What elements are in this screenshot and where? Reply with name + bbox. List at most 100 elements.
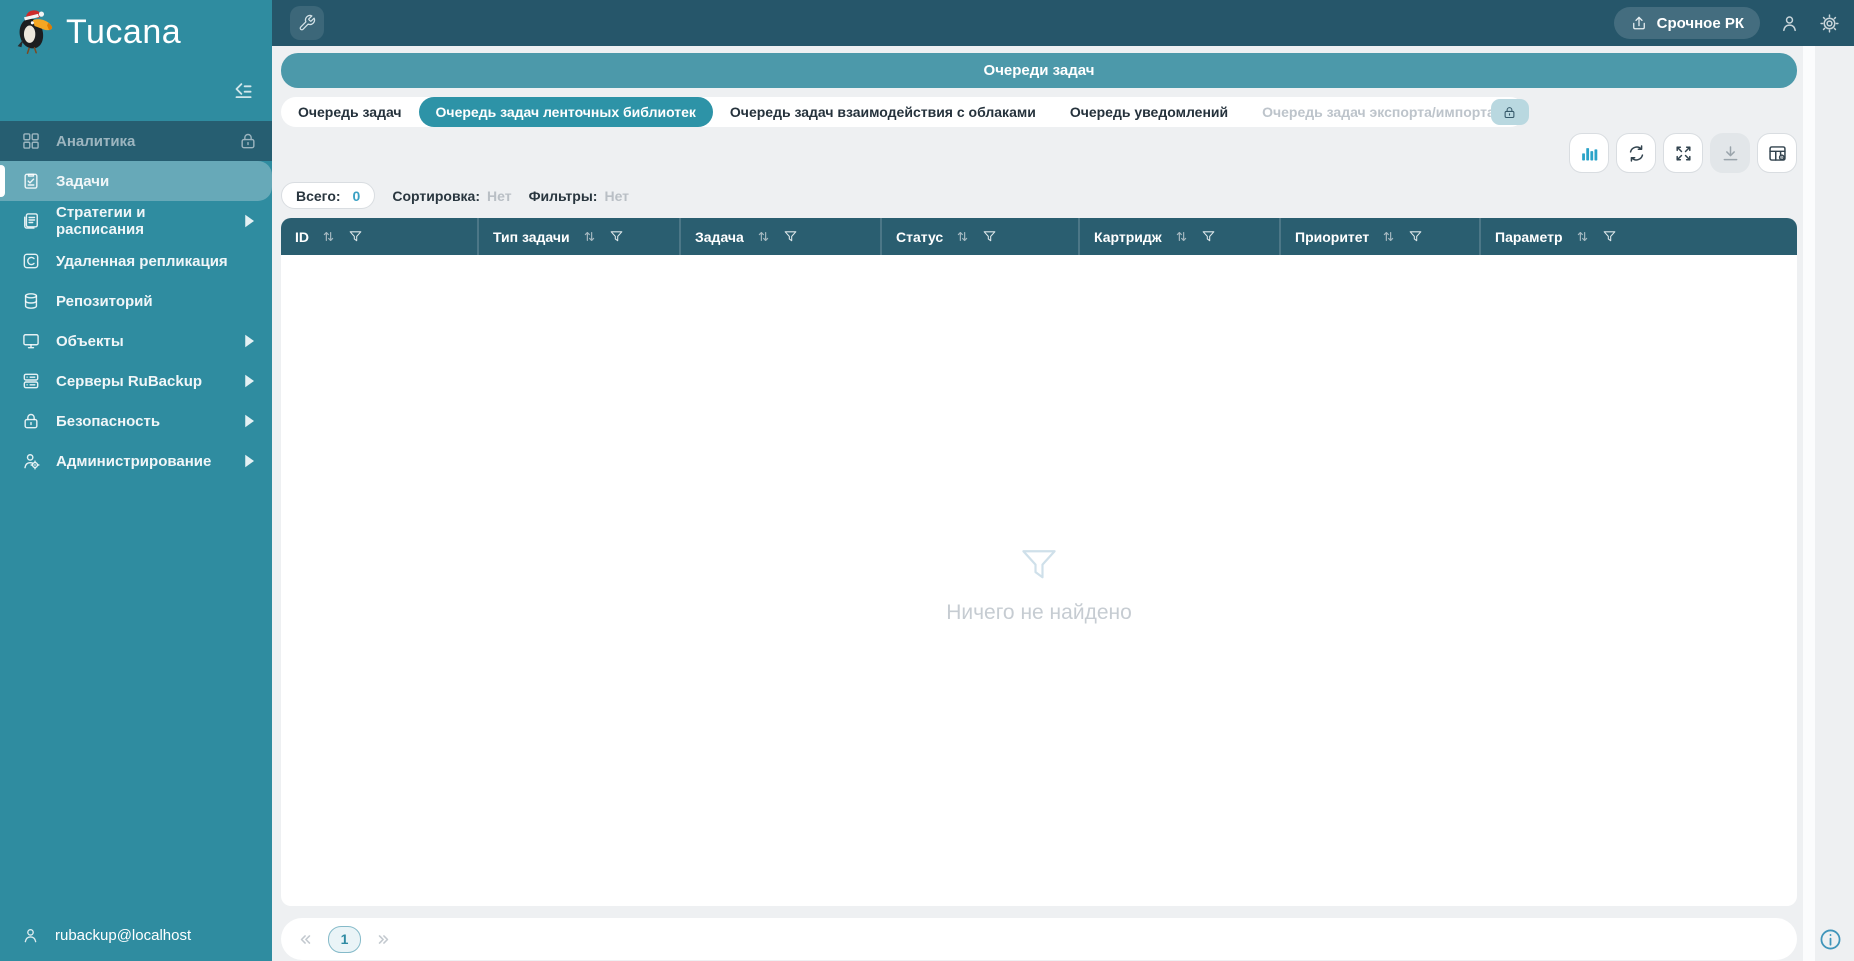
lock-icon <box>238 131 258 151</box>
info-icon[interactable] <box>1818 927 1843 952</box>
main-area: Очереди задач Очередь задач Очередь зада… <box>272 46 1854 961</box>
page-title: Очереди задач <box>983 62 1095 79</box>
bar-chart-icon <box>1579 143 1600 164</box>
total-value: 0 <box>352 187 361 204</box>
sidebar-item-objects[interactable]: Объекты <box>0 321 272 361</box>
empty-state: Ничего не найдено <box>281 543 1797 625</box>
table-settings-icon <box>1767 143 1788 164</box>
scrollbar-track[interactable] <box>1803 46 1815 961</box>
sort-status: Сортировка: Нет <box>392 188 511 204</box>
sort-icon[interactable] <box>954 228 971 245</box>
urgent-backup-button[interactable]: Срочное РК <box>1613 7 1760 39</box>
sidebar-item-label: Администрирование <box>56 452 212 470</box>
total-counter: Всего: 0 <box>281 182 376 209</box>
sort-icon[interactable] <box>755 228 772 245</box>
replication-icon <box>21 251 41 271</box>
lock-icon <box>1502 105 1517 120</box>
sidebar-item-label: Задачи <box>56 172 110 190</box>
fullscreen-button[interactable] <box>1663 133 1703 173</box>
repository-icon <box>21 291 41 311</box>
sidebar-item-label: Безопасность <box>56 412 161 430</box>
sort-icon[interactable] <box>1380 228 1397 245</box>
tab-cloud-queue[interactable]: Очередь задач взаимодействия с облаками <box>713 97 1053 127</box>
table-toolbar <box>281 133 1797 173</box>
column-header-priority: Приоритет <box>1281 218 1481 255</box>
topbar: Срочное РК <box>272 0 1854 46</box>
content-column: Очереди задач Очередь задач Очередь зада… <box>281 46 1797 960</box>
table-stats: Всего: 0 Сортировка: Нет Фильтры: Нет <box>281 182 1797 209</box>
chart-view-button[interactable] <box>1569 133 1609 173</box>
urgent-backup-label: Срочное РК <box>1656 14 1744 32</box>
toucan-logo-icon <box>17 10 53 55</box>
previous-page-icon[interactable] <box>296 930 315 949</box>
sidebar-item-analytics[interactable]: Аналитика <box>0 121 272 161</box>
person-icon <box>21 926 40 945</box>
filters-status: Фильтры: Нет <box>529 188 629 204</box>
grid-icon <box>21 131 41 151</box>
sort-icon[interactable] <box>1173 228 1190 245</box>
fullscreen-icon <box>1673 143 1694 164</box>
column-header-task: Задача <box>681 218 882 255</box>
column-header-task-type: Тип задачи <box>479 218 681 255</box>
queue-tabs: Очередь задач Очередь задач ленточных би… <box>281 97 1529 127</box>
sidebar-nav: Аналитика Задачи Стратегии и расписания … <box>0 121 272 481</box>
table-settings-button[interactable] <box>1757 133 1797 173</box>
sidebar-item-servers[interactable]: Серверы RuBackup <box>0 361 272 401</box>
upload-icon <box>1630 14 1648 32</box>
current-user-label: rubackup@localhost <box>55 927 192 944</box>
app-title: Tucana <box>66 12 182 51</box>
sidebar-item-remote-replication[interactable]: Удаленная репликация <box>0 241 272 281</box>
tab-export-import-queue: Очередь задач экспорта/импорта <box>1245 97 1529 127</box>
locked-feature-badge <box>1490 99 1529 125</box>
sort-label: Сортировка: <box>392 187 481 204</box>
filter-icon[interactable] <box>609 229 624 244</box>
servers-icon <box>21 371 41 391</box>
sort-icon[interactable] <box>320 228 337 245</box>
filters-label: Фильтры: <box>528 187 598 204</box>
sidebar-item-administration[interactable]: Администрирование <box>0 441 272 481</box>
app-window: Tucana Аналитика Задачи Стратегии и расп… <box>0 0 1854 961</box>
current-user[interactable]: rubackup@localhost <box>21 926 191 945</box>
sidebar-item-label: Репозиторий <box>56 292 153 310</box>
filter-icon[interactable] <box>348 229 363 244</box>
table-body: Ничего не найдено <box>281 255 1797 906</box>
column-label: Задача <box>695 228 744 245</box>
table-header: ID Тип задачи Задача Статус Картридж При… <box>281 218 1797 255</box>
filter-icon[interactable] <box>982 229 997 244</box>
wrench-icon <box>298 14 316 32</box>
tab-tape-library-queue[interactable]: Очередь задач ленточных библиотек <box>418 97 713 127</box>
column-header-cartridge: Картридж <box>1080 218 1281 255</box>
sidebar-item-repository[interactable]: Репозиторий <box>0 281 272 321</box>
sort-value: Нет <box>487 187 512 204</box>
chevron-right-icon <box>239 411 259 431</box>
app-logo: Tucana <box>0 0 272 56</box>
filter-icon[interactable] <box>783 229 798 244</box>
chevron-right-icon <box>239 371 259 391</box>
column-header-parameter: Параметр <box>1481 218 1797 255</box>
tools-button[interactable] <box>290 6 324 40</box>
column-label: Тип задачи <box>493 228 570 245</box>
topbar-actions: Срочное РК <box>1613 0 1840 46</box>
tab-notifications-queue[interactable]: Очередь уведомлений <box>1053 97 1245 127</box>
pagination: 1 <box>281 918 1797 960</box>
sidebar-item-tasks[interactable]: Задачи <box>0 161 272 201</box>
tab-task-queue[interactable]: Очередь задач <box>281 97 419 127</box>
sort-icon[interactable] <box>1574 228 1591 245</box>
refresh-button[interactable] <box>1616 133 1656 173</box>
total-label: Всего: <box>296 187 341 204</box>
tab-label: Очередь задач экспорта/импорта <box>1262 104 1495 120</box>
sidebar-item-security[interactable]: Безопасность <box>0 401 272 441</box>
admin-icon <box>21 451 41 471</box>
sidebar-item-strategies[interactable]: Стратегии и расписания <box>0 201 272 241</box>
column-label: Статус <box>896 228 944 245</box>
collapse-sidebar-icon[interactable] <box>230 76 256 102</box>
empty-state-text: Ничего не найдено <box>946 601 1132 624</box>
current-page-button[interactable]: 1 <box>328 925 361 953</box>
gear-icon[interactable] <box>1819 13 1840 34</box>
filter-icon[interactable] <box>1408 229 1423 244</box>
filter-icon[interactable] <box>1201 229 1216 244</box>
filter-icon[interactable] <box>1602 229 1617 244</box>
sort-icon[interactable] <box>581 228 598 245</box>
person-icon[interactable] <box>1779 13 1800 34</box>
next-page-icon[interactable] <box>374 930 393 949</box>
